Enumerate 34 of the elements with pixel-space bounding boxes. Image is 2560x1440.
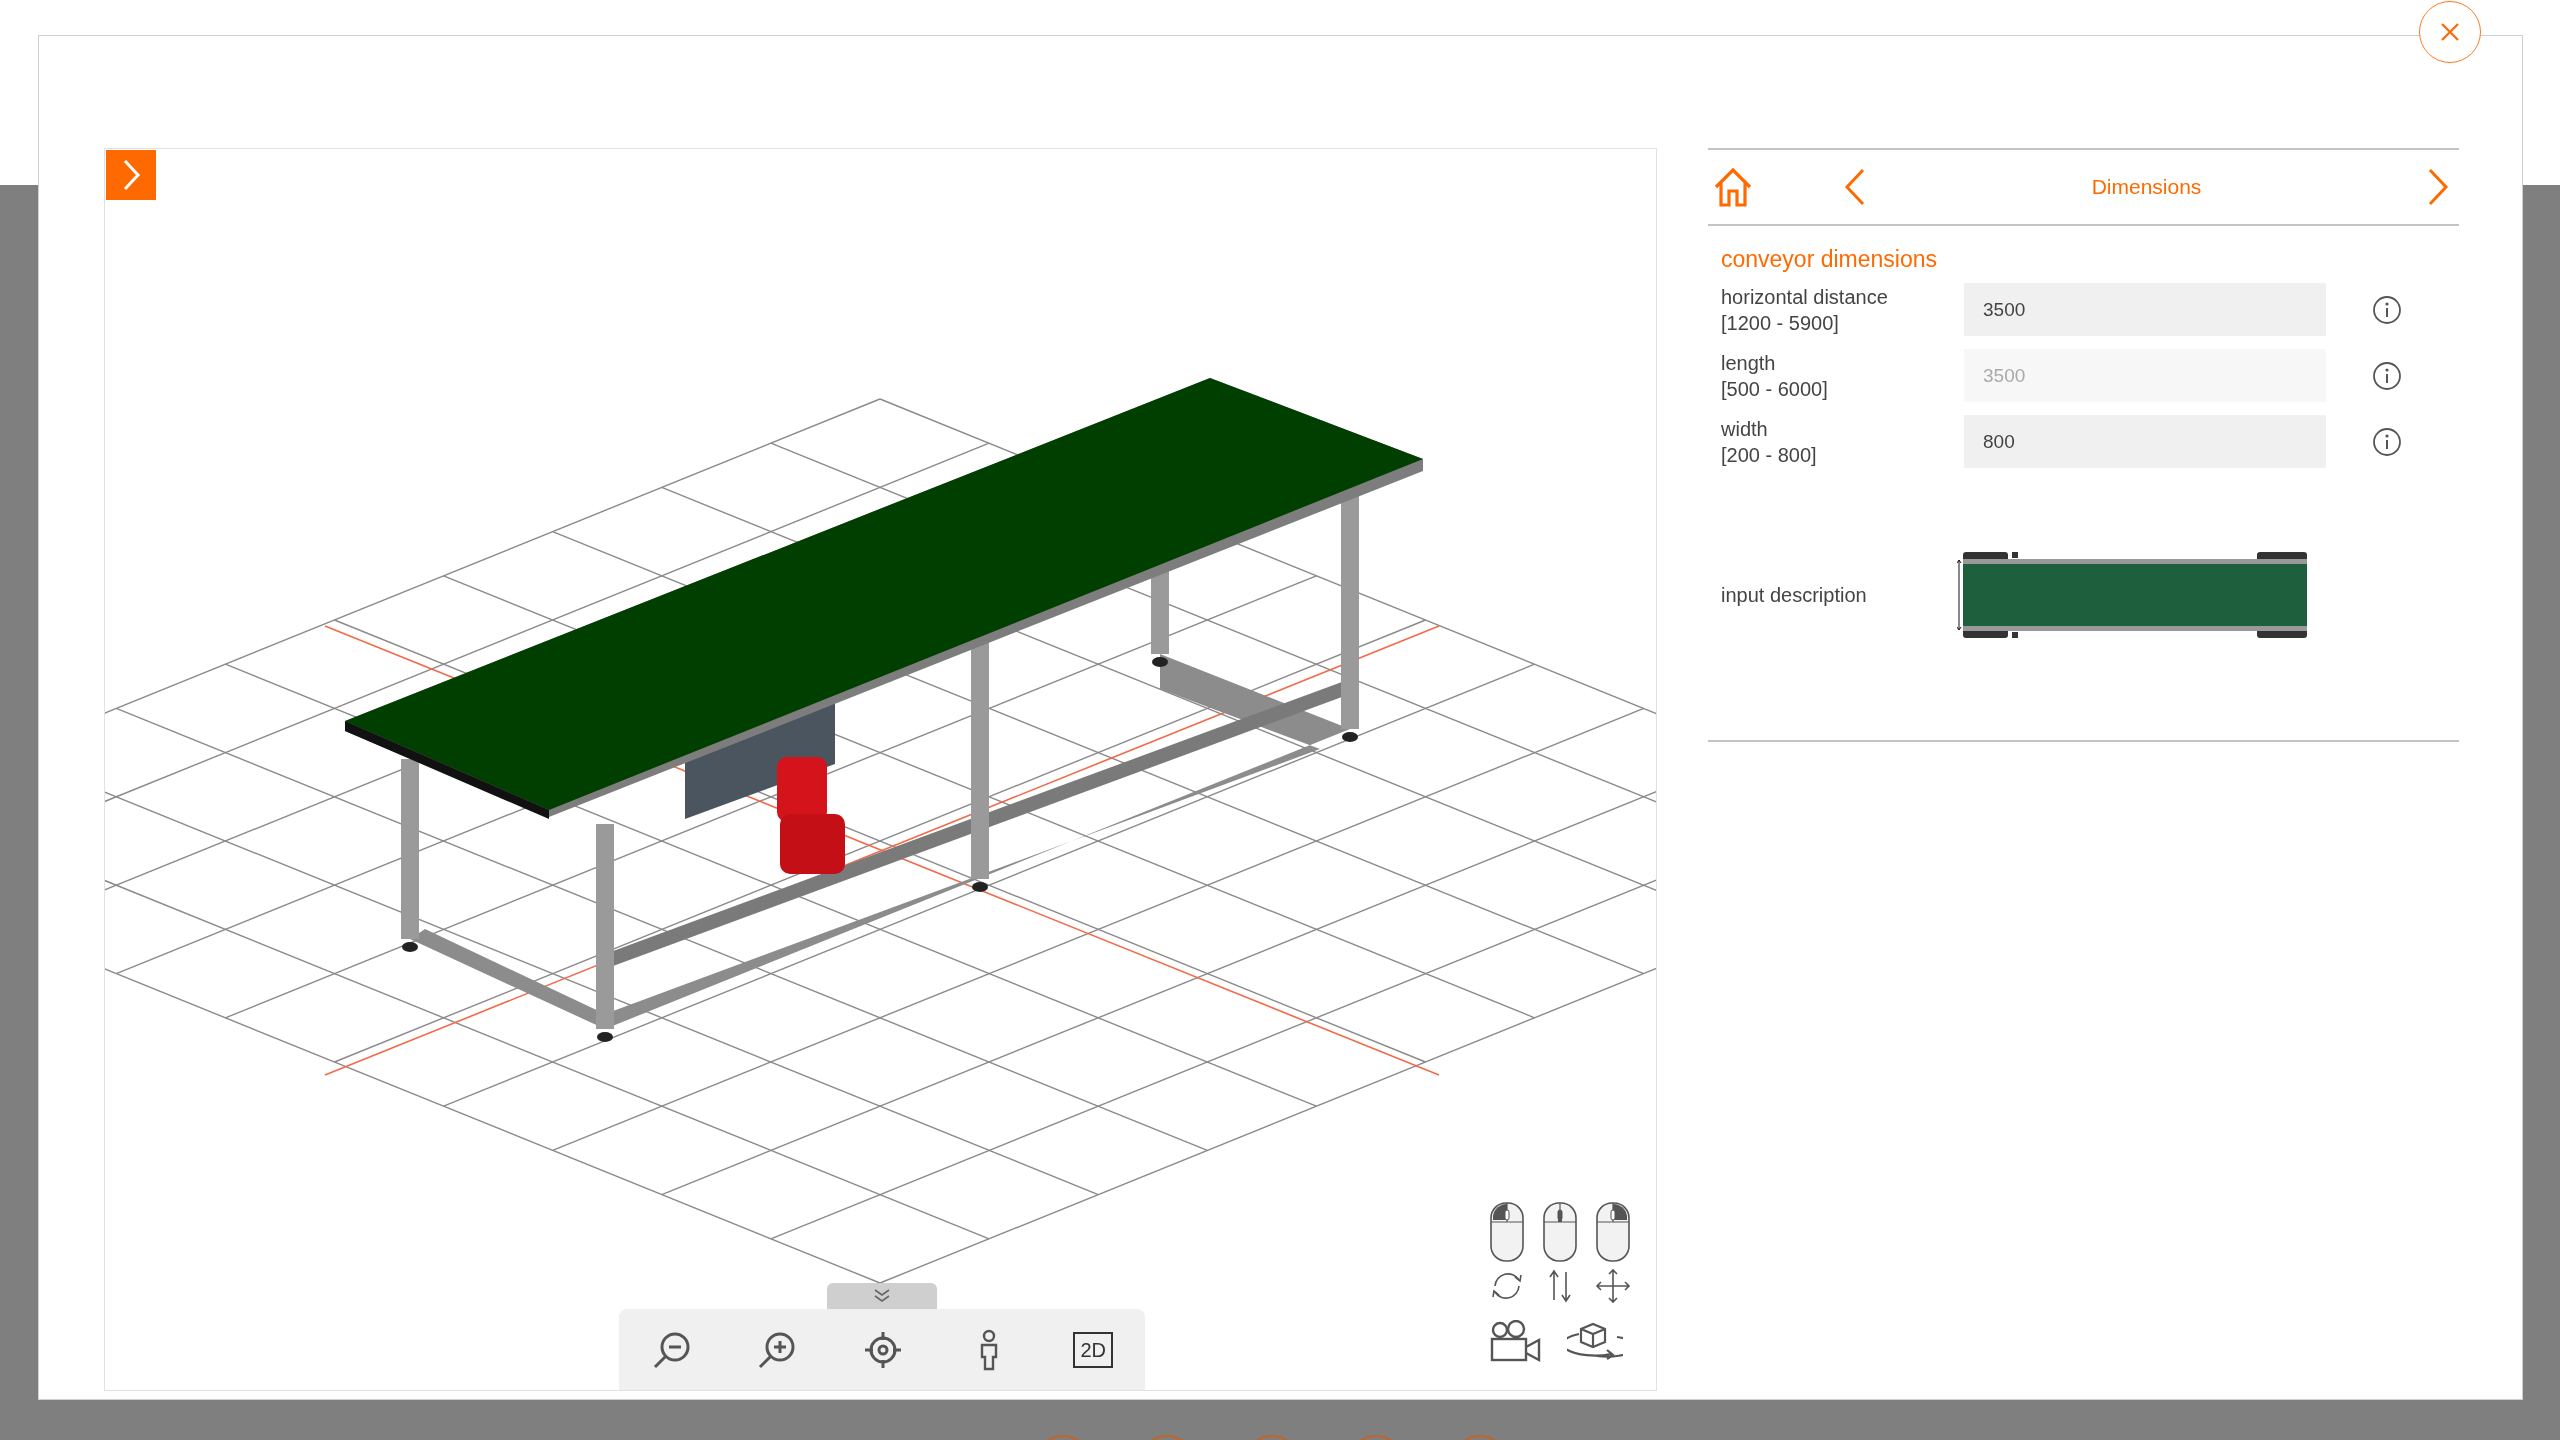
info-icon xyxy=(2372,360,2402,391)
move-arrows-icon xyxy=(1595,1268,1631,1304)
input-field[interactable]: 800 xyxy=(1964,415,2326,468)
info-button[interactable] xyxy=(2372,294,2402,325)
2d-view-button[interactable]: 2D xyxy=(1073,1332,1114,1368)
field-label: width xyxy=(1721,416,1769,442)
input-description-label: input description xyxy=(1721,583,1868,607)
field-range: [200 - 800] xyxy=(1721,442,1818,468)
previous-button[interactable] xyxy=(1844,168,1866,206)
crosshair-button[interactable] xyxy=(862,1329,904,1371)
field-label: length xyxy=(1721,350,1777,376)
section-title: conveyor dimensions xyxy=(1721,246,1939,273)
chevron-left-icon xyxy=(1844,168,1866,206)
field-range: [1200 - 5900] xyxy=(1721,310,1840,336)
field-range: [500 - 6000] xyxy=(1721,376,1829,402)
step-title: Dimensions xyxy=(2090,175,2203,199)
info-icon xyxy=(2372,426,2402,457)
next-button[interactable] xyxy=(2427,168,2449,206)
mouse-right-button-icon xyxy=(1595,1202,1631,1262)
info-button[interactable] xyxy=(2372,360,2402,391)
field-label: horizontal distance xyxy=(1721,284,1889,310)
home-button[interactable] xyxy=(1712,167,1754,207)
mouse-middle-button-icon xyxy=(1542,1202,1578,1262)
info-icon xyxy=(2372,294,2402,325)
crosshair-icon xyxy=(862,1329,904,1371)
mouse-left-button-icon xyxy=(1489,1202,1525,1262)
chevron-right-icon xyxy=(2427,168,2449,206)
input-field[interactable]: 3500 xyxy=(1964,283,2326,336)
panel-toggle-button[interactable] xyxy=(106,150,156,200)
chevron-right-icon xyxy=(121,159,141,191)
home-icon xyxy=(1712,167,1754,207)
double-chevron-icon xyxy=(873,1289,891,1303)
close-icon xyxy=(2439,21,2461,43)
info-button[interactable] xyxy=(2372,426,2402,457)
